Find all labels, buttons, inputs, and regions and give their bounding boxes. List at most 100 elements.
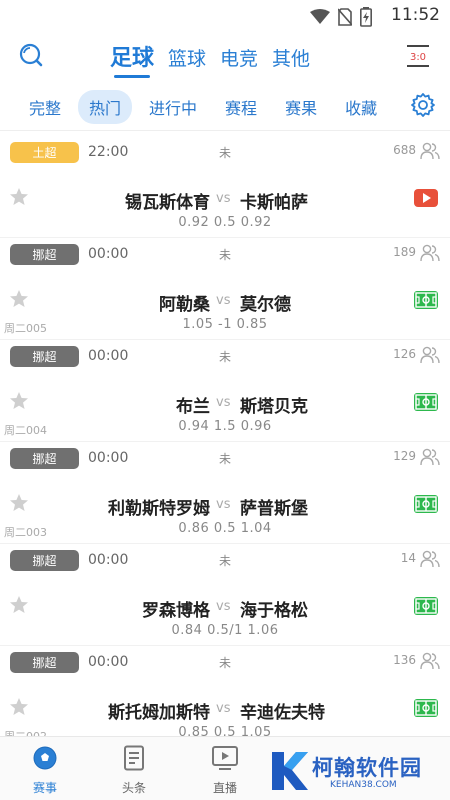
match-row[interactable]: 土超 22:00 未 688 锡瓦斯体育 vs 卡斯帕萨 0.92 0.5 0.92 (0, 136, 450, 238)
match-time: 00:00 (88, 654, 129, 670)
tab-results[interactable]: 赛果 (274, 90, 328, 124)
filter-tabs: 完整 热门 进行中 赛程 赛果 收藏 (0, 88, 450, 126)
home-team: 斯托姆加斯特 (108, 703, 210, 723)
nav-live-label: 直播 (212, 781, 237, 795)
follower-count: 688 (393, 143, 416, 157)
status-time: 11:52 (391, 5, 440, 25)
tab-schedule[interactable]: 赛程 (214, 90, 268, 124)
odds: 0.85 0.5 1.05 (178, 725, 272, 736)
watermark-subtext: KEHAN38.COM (330, 780, 397, 790)
vs-label: vs (216, 395, 231, 410)
settings-button[interactable] (410, 92, 436, 122)
tab-favorites[interactable]: 收藏 (334, 90, 388, 124)
favorite-star-icon[interactable] (9, 187, 29, 211)
follower-count: 136 (393, 653, 416, 667)
vs-label: vs (216, 293, 231, 308)
vs-label: vs (216, 497, 231, 512)
people-icon (420, 652, 440, 674)
nav-events-label: 赛事 (32, 781, 57, 795)
tab-esports[interactable]: 电竞 (220, 44, 258, 71)
vs-label: vs (216, 701, 231, 716)
follower-count: 126 (393, 347, 416, 361)
match-row[interactable]: 挪超 00:00 未 14 罗森博格 vs 海于格松 0.84 0.5/1 1.06 (0, 544, 450, 646)
people-icon (420, 448, 440, 470)
pitch-animation-icon[interactable] (414, 291, 438, 313)
league-badge: 挪超 (10, 652, 79, 673)
match-time: 00:00 (88, 246, 129, 262)
league-badge: 挪超 (10, 244, 79, 265)
pitch-animation-icon[interactable] (414, 699, 438, 721)
home-team: 布兰 (176, 397, 210, 417)
scoreboard-text: 3:0 (410, 52, 426, 63)
watermark-logo-icon (272, 752, 308, 790)
top-nav: 足球 篮球 电竞 其他 3:0 (0, 32, 450, 82)
nav-events[interactable]: 赛事 (15, 745, 75, 796)
sport-tabs: 足球 篮球 电竞 其他 (110, 40, 310, 78)
home-team: 锡瓦斯体育 (125, 193, 210, 213)
video-play-icon[interactable] (414, 189, 438, 211)
match-row[interactable]: 挪超 00:00 未 189 周二005 阿勒桑 vs 莫尔德 1.05 -1 0.85 (0, 238, 450, 340)
favorite-star-icon[interactable] (9, 493, 29, 517)
search-icon (19, 43, 43, 67)
tab-football[interactable]: 足球 (110, 40, 154, 78)
follower-count: 14 (400, 551, 416, 565)
match-time: 00:00 (88, 348, 129, 364)
nav-headlines[interactable]: 头条 (104, 745, 164, 796)
away-team: 辛迪佐夫特 (240, 703, 325, 723)
pitch-animation-icon[interactable] (414, 393, 438, 415)
match-time: 00:00 (88, 552, 129, 568)
people-icon (420, 550, 440, 572)
match-row[interactable]: 挪超00:00未136周二002斯托姆加斯特vs辛迪佐夫特0.85 0.5 1.… (0, 646, 450, 736)
favorite-star-icon[interactable] (9, 391, 29, 415)
odds: 0.94 1.5 0.96 (178, 419, 272, 434)
people-icon (420, 142, 440, 164)
tab-complete[interactable]: 完整 (18, 90, 72, 124)
favorite-star-icon[interactable] (9, 697, 29, 721)
tab-hot[interactable]: 热门 (78, 90, 133, 124)
away-team: 斯塔贝克 (240, 397, 308, 417)
vs-label: vs (216, 599, 231, 614)
match-row[interactable]: 挪超 00:00 未 126 周二004 布兰 vs 斯塔贝克 0.94 1.5 0.96 (0, 340, 450, 442)
away-team: 莫尔德 (240, 295, 291, 315)
match-status: 未 (219, 146, 232, 160)
watermark: 柯翰软件园 KEHAN38.COM (268, 748, 438, 796)
tab-basketball[interactable]: 篮球 (168, 44, 206, 71)
match-status: 未 (219, 350, 232, 364)
filter-tab-list: 完整 热门 进行中 赛程 赛果 收藏 (18, 90, 394, 124)
battery-icon (360, 7, 372, 27)
odds: 0.84 0.5/1 1.06 (171, 623, 279, 638)
people-icon (420, 346, 440, 368)
match-time: 22:00 (88, 144, 129, 160)
odds: 0.92 0.5 0.92 (178, 215, 272, 230)
search-button[interactable] (18, 42, 44, 72)
vs-label: vs (216, 191, 231, 206)
score-button[interactable]: 3:0 (406, 44, 430, 72)
pitch-animation-icon[interactable] (414, 597, 438, 619)
document-icon (124, 745, 144, 771)
match-row[interactable]: 挪超 00:00 未 129 周二003 利勒斯特罗姆 vs 萨普斯堡 0.86 0.5 1.0… (0, 442, 450, 544)
tab-other[interactable]: 其他 (272, 44, 310, 71)
soccer-ball-icon (33, 746, 57, 770)
tab-in-progress[interactable]: 进行中 (138, 90, 208, 124)
play-screen-icon (212, 746, 238, 770)
match-status: 未 (219, 656, 232, 670)
favorite-star-icon[interactable] (9, 289, 29, 313)
league-badge: 挪超 (10, 346, 79, 367)
pitch-animation-icon[interactable] (414, 495, 438, 517)
home-team: 罗森博格 (142, 601, 210, 621)
odds: 1.05 -1 0.85 (182, 317, 268, 332)
match-status: 未 (219, 248, 232, 262)
favorite-star-icon[interactable] (9, 595, 29, 619)
league-badge: 挪超 (10, 448, 79, 469)
nav-live[interactable]: 直播 (195, 745, 255, 796)
match-list: 土超 22:00 未 688 锡瓦斯体育 vs 卡斯帕萨 0.92 0.5 0.92 挪超 00:… (0, 136, 450, 736)
home-team: 阿勒桑 (159, 295, 210, 315)
nav-headlines-label: 头条 (121, 781, 146, 795)
league-badge: 土超 (10, 142, 79, 163)
scoreboard-icon: 3:0 (407, 45, 429, 67)
people-icon (420, 244, 440, 266)
follower-count: 189 (393, 245, 416, 259)
league-badge: 挪超 (10, 550, 79, 571)
divider (0, 130, 450, 131)
gear-icon (411, 93, 435, 117)
